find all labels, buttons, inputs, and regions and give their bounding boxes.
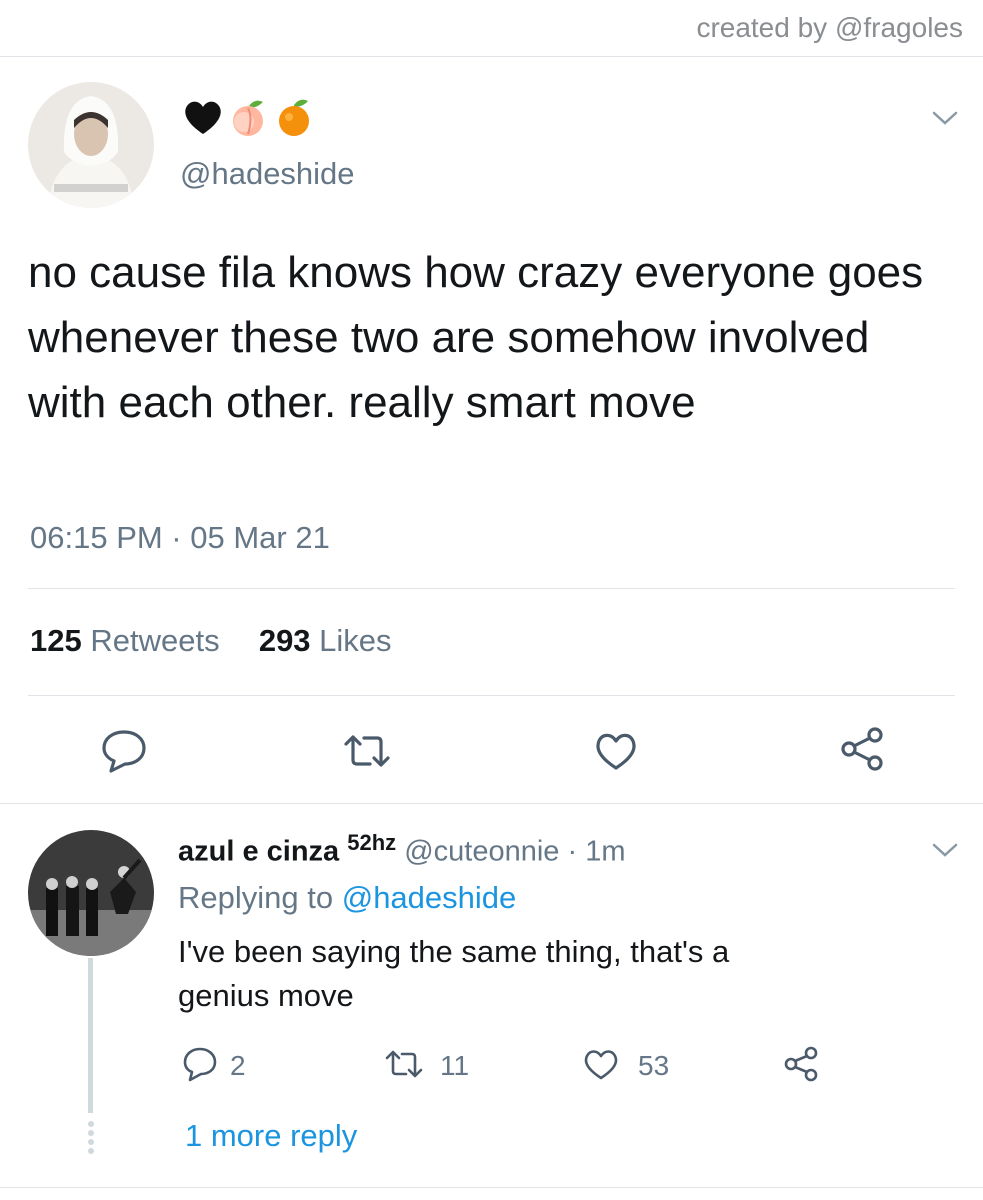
- reply-reply-count: 2: [230, 1050, 246, 1081]
- retweets-stat[interactable]: 125 Retweets: [30, 623, 220, 658]
- likes-stat[interactable]: 293 Likes: [259, 623, 392, 658]
- reply-display-name[interactable]: azul e cinza: [178, 836, 339, 868]
- likes-label: Likes: [310, 623, 392, 658]
- reply-icon[interactable]: [100, 728, 148, 774]
- replying-to: Replying to @hadeshide: [178, 880, 516, 916]
- reply-header: azul e cinza 52hz @cuteonnie · 1m: [178, 830, 626, 869]
- reply-time: · 1m: [559, 835, 626, 868]
- stats-top-divider: [28, 588, 955, 589]
- retweet-icon[interactable]: [342, 732, 392, 770]
- tweet-text: no cause fila knows how crazy everyone g…: [28, 248, 924, 427]
- watermark-credit: created by @fragoles: [696, 12, 963, 43]
- chevron-down-icon[interactable]: [930, 108, 960, 128]
- thread-line: [88, 958, 93, 1113]
- reply-retweet-icon[interactable]: [384, 1049, 424, 1079]
- reply-avatar-photo: [28, 830, 154, 956]
- retweet-count: 125: [30, 623, 82, 658]
- reply-share-icon[interactable]: [782, 1046, 820, 1082]
- tweet-timestamp[interactable]: 06:15 PM · 05 Mar 21: [30, 520, 330, 556]
- reply-like-icon[interactable]: [582, 1047, 620, 1081]
- author-avatar[interactable]: [28, 82, 154, 208]
- thread-ellipsis: [86, 1121, 95, 1157]
- top-divider: [0, 56, 983, 57]
- more-replies-link[interactable]: 1 more reply: [185, 1118, 357, 1154]
- reply-reply-icon[interactable]: [182, 1046, 218, 1082]
- reply-chevron-down-icon[interactable]: [930, 840, 960, 860]
- share-icon[interactable]: [838, 726, 886, 772]
- like-count: 293: [258, 623, 311, 658]
- replying-prefix: Replying to: [178, 880, 342, 915]
- stats-bottom-divider: [28, 695, 955, 696]
- reply-like-count: 53: [638, 1050, 670, 1081]
- reply-handle[interactable]: @cuteonnie: [404, 836, 559, 868]
- peach-icon: [233, 100, 263, 136]
- tangerine-icon: [279, 99, 309, 136]
- bottom-divider: [0, 1187, 983, 1188]
- like-heart-icon[interactable]: [593, 730, 639, 772]
- replying-to-mention[interactable]: @hadeshide: [342, 880, 517, 915]
- avatar-photo: [28, 82, 154, 208]
- black-heart-icon: [185, 101, 221, 134]
- retweets-label: Retweets: [81, 623, 220, 658]
- reply-retweet-count: 11: [440, 1050, 470, 1081]
- reply-name-badge: 52hz: [347, 830, 397, 855]
- display-name-emojis: [183, 96, 315, 138]
- author-handle[interactable]: @hadeshide: [180, 156, 355, 192]
- reply-avatar[interactable]: [28, 830, 154, 956]
- reply-text: I've been saying the same thing, that's …: [178, 934, 730, 1013]
- reply-divider: [0, 803, 983, 804]
- tweet-stats: 125 Retweets 293 Likes: [30, 623, 392, 659]
